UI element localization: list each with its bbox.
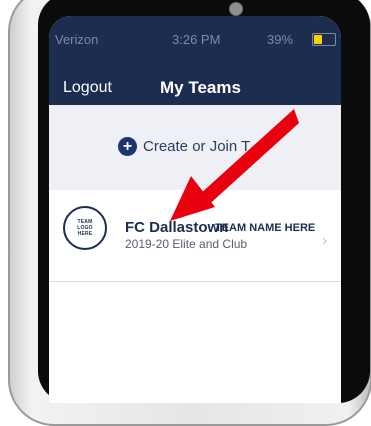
annotation-arrow — [170, 109, 299, 221]
